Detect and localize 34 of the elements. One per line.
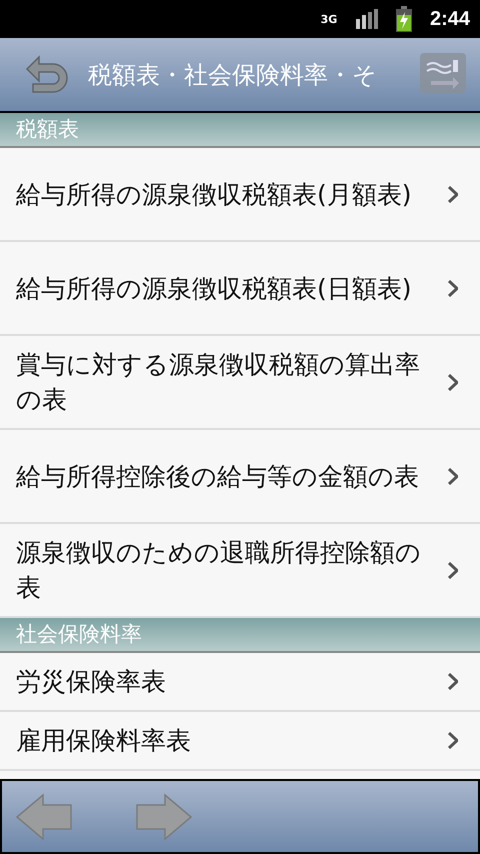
item-label: 源泉徴収のための退職所得控除額の表 [16,537,422,604]
chevron-right-icon [447,374,458,390]
item-label: 給与所得控除後の給与等の金額の表 [16,460,420,492]
item-label: 給与所得の源泉徴収税額表(月額表) [16,178,413,210]
battery-charging-icon [396,6,412,32]
signal-icon [356,9,378,29]
item-label: 給与所得の源泉徴収税額表(日額表) [16,272,413,304]
list-item[interactable]: 雇用保険料率表 [0,712,480,771]
chevron-right-icon [447,673,458,690]
menu-button[interactable] [420,53,466,93]
right-arrow-icon [135,792,193,840]
waves-arrow-icon [425,57,461,89]
item-label: 賞与に対する源泉徴収税額の算出率の表 [16,349,421,416]
previous-button[interactable] [14,792,74,842]
chevron-right-icon [447,186,458,202]
undo-arrow-icon [23,54,69,94]
section-title: 税額表 [16,116,79,143]
clock: 2:44 [430,7,470,32]
chevron-right-icon [447,280,458,296]
list-item[interactable]: 労災保険率表 [0,653,480,712]
chevron-right-icon [447,732,458,749]
left-arrow-icon [15,792,73,840]
item-label: 労災保険率表 [16,666,167,698]
section-title: 社会保険料率 [16,620,142,648]
list-item[interactable]: 給与所得控除後の給与等の金額の表 [0,430,480,524]
window-title: 税額表・社会保険料率・そ [88,60,377,90]
next-button[interactable] [134,792,194,842]
chevron-right-icon [447,562,458,578]
list-item[interactable]: 賞与に対する源泉徴収税額の算出率の表 [0,336,480,430]
item-label: 雇用保険料率表 [16,725,192,757]
network-type-icon: 3G [320,14,338,24]
list-item[interactable]: 給与所得の源泉徴収税額表(日額表) [0,242,480,336]
list-item[interactable]: 給与所得の源泉徴収税額表(月額表) [0,148,480,242]
chevron-right-icon [447,468,458,484]
